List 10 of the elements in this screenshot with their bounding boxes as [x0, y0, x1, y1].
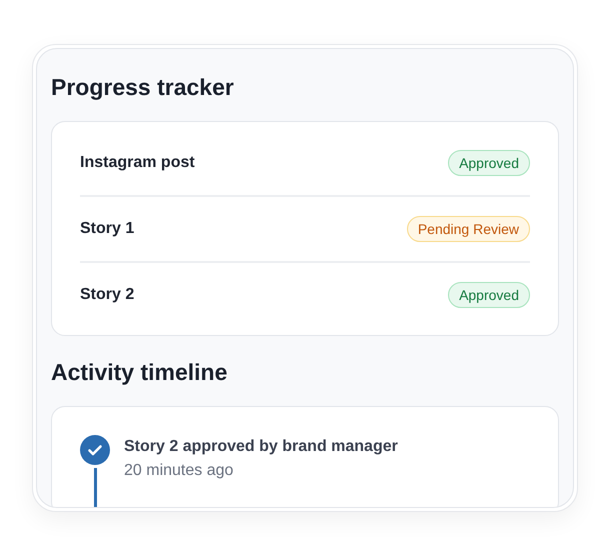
- event-text: Story 2 approved by brand manager: [124, 438, 398, 456]
- status-badge: Pending Review: [406, 216, 530, 242]
- event-time: 20 minutes ago: [124, 462, 234, 480]
- status-badge: Approved: [448, 282, 530, 308]
- status-badge: Approved: [448, 150, 530, 176]
- item-name: Instagram post: [80, 154, 195, 172]
- item-name: Story 2: [80, 286, 134, 304]
- section-title: Activity timeline: [51, 358, 228, 386]
- section-title: Progress tracker: [51, 73, 235, 101]
- item-name: Story 1: [80, 220, 134, 238]
